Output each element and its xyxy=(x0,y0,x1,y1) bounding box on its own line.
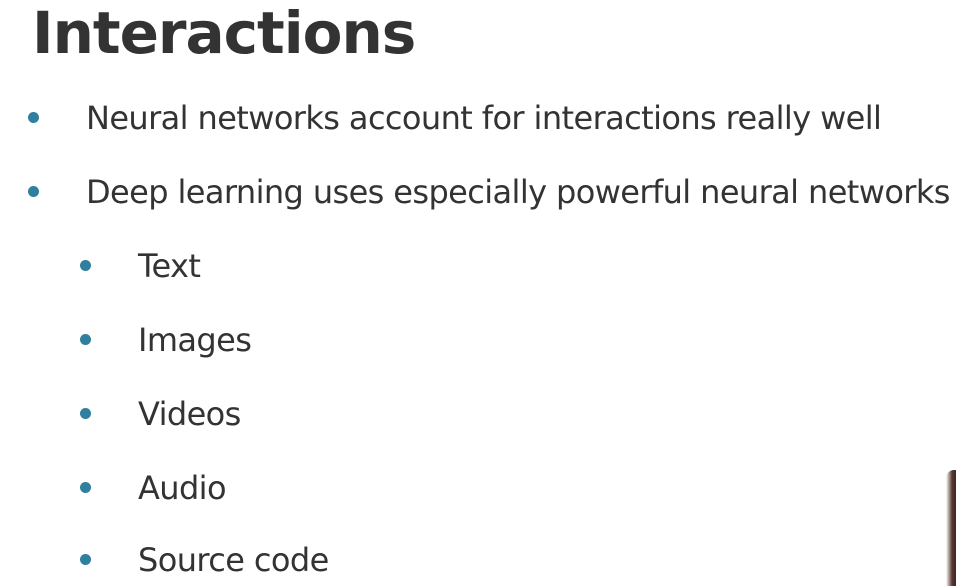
bullet-dot-icon xyxy=(80,408,91,419)
sub-bullet-text: Images xyxy=(138,321,252,359)
bullet-dot-icon xyxy=(28,112,39,123)
slide: Interactions Neural networks account for… xyxy=(0,0,956,586)
sub-bullet-text: Text xyxy=(138,247,201,285)
bullet-dot-icon xyxy=(80,482,91,493)
bullet-text: Deep learning uses especially powerful n… xyxy=(86,173,950,211)
sub-bullet-text: Source code xyxy=(138,541,329,579)
bullet-dot-icon xyxy=(28,186,39,197)
presenter-silhouette xyxy=(946,470,956,586)
slide-title: Interactions xyxy=(32,0,416,67)
bullet-dot-icon xyxy=(80,334,91,345)
bullet-dot-icon xyxy=(80,554,91,565)
bullet-dot-icon xyxy=(80,260,91,271)
sub-bullet-text: Audio xyxy=(138,469,227,507)
bullet-text: Neural networks account for interactions… xyxy=(86,99,882,137)
sub-bullet-text: Videos xyxy=(138,395,241,433)
